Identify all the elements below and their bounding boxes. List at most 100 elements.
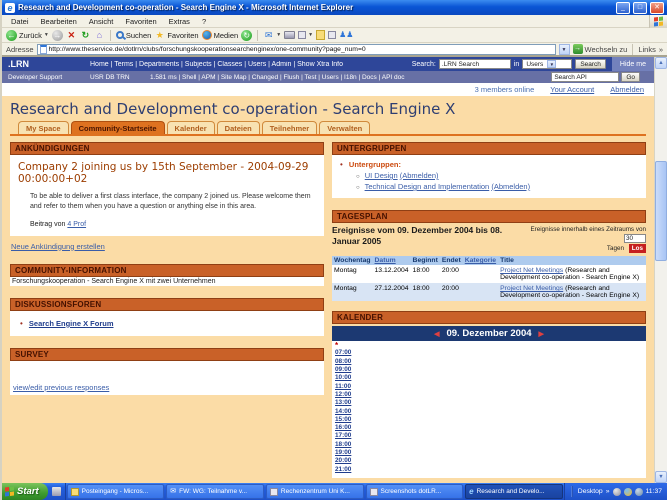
subgroup-tech-design-abmelden-link[interactable]: (Abmelden) — [491, 182, 530, 191]
close-button[interactable]: ✕ — [650, 2, 664, 14]
address-dropdown-icon[interactable]: ▼ — [559, 44, 570, 55]
dev-links[interactable]: 1.581 ms | Shell | APM | Site Map | Chan… — [150, 74, 551, 81]
system-tray: Desktop » 11:37 — [564, 483, 667, 500]
task-fw-wg-teilnahme[interactable]: ✉ FW: WG: Teilnahme v... — [166, 484, 264, 499]
calendar-time-slot[interactable]: 19:00 — [335, 449, 353, 457]
filter-days-input[interactable]: 30 — [624, 234, 646, 243]
scrollbar-thumb[interactable] — [655, 161, 667, 261]
links-chevron-icon[interactable]: » — [659, 45, 663, 54]
calendar-next-icon[interactable]: ▶ — [539, 330, 544, 338]
vertical-scrollbar[interactable]: ▲ ▼ — [654, 57, 667, 483]
quick-launch-icon[interactable] — [52, 487, 61, 496]
hide-me-link[interactable]: Hide me — [612, 57, 654, 71]
tray-icon[interactable] — [624, 488, 632, 496]
tab-community-startseite[interactable]: Community-Startseite — [71, 121, 165, 134]
edit-dropdown-icon[interactable]: ▼ — [308, 32, 313, 38]
col-kategorie-link[interactable]: Kategorie — [465, 257, 496, 264]
scrollbar-track[interactable] — [655, 69, 667, 471]
sidebar-toggle-button[interactable] — [328, 31, 336, 39]
subgroup-ui-design-abmelden-link[interactable]: (Abmelden) — [400, 171, 439, 180]
go-button[interactable]: → Wechseln zu — [573, 44, 628, 54]
filter-go-button[interactable]: Los — [629, 244, 646, 253]
menu-extras[interactable]: Extras — [163, 17, 196, 26]
calendar-time-slot[interactable]: 07:00 — [335, 349, 353, 357]
calendar-time-slot[interactable]: 09:00 — [335, 366, 353, 374]
tab-teilnehmer[interactable]: Teilnehmer — [262, 121, 317, 134]
menu-favoriten[interactable]: Favoriten — [119, 17, 162, 26]
edit-button[interactable]: ▼ — [298, 31, 313, 39]
home-button[interactable]: ⌂ — [94, 30, 105, 41]
scroll-up-icon[interactable]: ▲ — [655, 57, 667, 69]
event-link[interactable]: Project Net Meetings — [500, 285, 563, 292]
menu-hilfe[interactable]: ? — [196, 17, 212, 26]
menu-datei[interactable]: Datei — [5, 17, 35, 26]
lrn-search-button[interactable]: Search — [575, 59, 606, 69]
tray-icon[interactable] — [613, 488, 621, 496]
logout-link[interactable]: Abmelden — [610, 85, 644, 94]
calendar-time-slot[interactable]: 11:00 — [335, 383, 353, 391]
lrn-search-input[interactable]: .LRN Search — [439, 59, 511, 69]
calendar-time-slot[interactable]: 17:00 — [335, 432, 353, 440]
api-search-input[interactable]: Search API — [551, 72, 619, 82]
media-button[interactable]: Medien — [202, 30, 239, 40]
calendar-time-slot[interactable]: 08:00 — [335, 358, 353, 366]
calendar-time-slot[interactable]: 20:00 — [335, 457, 353, 465]
tab-verwalten[interactable]: Verwalten — [319, 121, 370, 134]
api-go-button[interactable]: Go — [621, 72, 640, 82]
scroll-down-icon[interactable]: ▼ — [655, 471, 667, 483]
minimize-button[interactable]: _ — [616, 2, 630, 14]
menu-bearbeiten[interactable]: Bearbeiten — [35, 17, 83, 26]
start-button[interactable]: Start — [0, 483, 48, 500]
messenger-button[interactable]: ♟♟ — [339, 30, 349, 40]
tab-my-space[interactable]: My Space — [18, 121, 69, 134]
circle-bullet-icon: ○ — [356, 185, 360, 191]
subgroup-ui-design-link[interactable]: UI Design — [365, 171, 398, 180]
author-link[interactable]: 4 Prof — [67, 221, 86, 228]
event-link[interactable]: Project Net Meetings — [500, 267, 563, 274]
address-input[interactable]: http://www.theservice.de/dotlrn/clubs/fo… — [37, 44, 556, 55]
search-button[interactable]: Suchen — [116, 31, 151, 40]
lrn-logo[interactable]: .LRN — [8, 59, 90, 69]
mail-dropdown-icon[interactable]: ▼ — [276, 32, 281, 38]
menu-ansicht[interactable]: Ansicht — [83, 17, 120, 26]
calendar-time-slot[interactable]: 18:00 — [335, 441, 353, 449]
calendar-prev-icon[interactable]: ◀ — [434, 330, 439, 338]
task-posteingang[interactable]: Posteingang - Micros... — [67, 484, 165, 499]
calendar-time-slot[interactable]: 21:00 — [335, 466, 353, 474]
history-button[interactable]: ↻ — [241, 30, 252, 41]
calendar-time-slot[interactable]: 10:00 — [335, 374, 353, 382]
forum-link[interactable]: Search Engine X Forum — [29, 319, 114, 328]
calendar-time-slot[interactable]: 14:00 — [335, 408, 353, 416]
print-button[interactable] — [284, 31, 295, 39]
mail-button[interactable]: ✉ ▼ — [263, 30, 281, 41]
forward-button[interactable]: → — [52, 30, 63, 41]
tray-icon[interactable] — [635, 488, 643, 496]
lrn-nav-links[interactable]: Home | Terms | Departments | Subjects | … — [90, 61, 412, 68]
lrn-scope-select[interactable]: Users ▼ — [522, 59, 572, 69]
tab-kalender[interactable]: Kalender — [167, 121, 215, 134]
stop-button[interactable]: ✕ — [66, 30, 77, 41]
maximize-button[interactable]: □ — [633, 2, 647, 14]
survey-responses-link[interactable]: view/edit previous responses — [13, 383, 109, 392]
back-button[interactable]: ← Zurück ▼ — [6, 30, 49, 41]
favorites-button[interactable]: ★ Favoriten — [154, 30, 198, 41]
discuss-button[interactable] — [316, 30, 325, 40]
calendar-time-slot[interactable]: 16:00 — [335, 424, 353, 432]
col-datum-link[interactable]: Datum — [375, 257, 396, 264]
refresh-button[interactable]: ↻ — [80, 30, 91, 41]
task-rechenzentrum[interactable]: Rechenzentrum Uni K... — [266, 484, 364, 499]
subgroup-tech-design-link[interactable]: Technical Design and Implementation — [365, 182, 490, 191]
links-label[interactable]: Links — [638, 45, 656, 54]
desktop-toolbar-label[interactable]: Desktop — [578, 488, 603, 495]
tab-dateien[interactable]: Dateien — [217, 121, 260, 134]
desktop-chevron-icon[interactable]: » — [606, 488, 610, 495]
create-announcement-link[interactable]: Neue Ankündigung erstellen — [11, 242, 105, 251]
task-screenshots[interactable]: Screenshots dotLR... — [366, 484, 464, 499]
calendar-time-slot[interactable]: 15:00 — [335, 416, 353, 424]
task-research-and-development[interactable]: e Research and Develo... — [465, 484, 563, 499]
your-account-link[interactable]: Your Account — [550, 85, 594, 94]
calendar-time-slot[interactable]: 13:00 — [335, 399, 353, 407]
back-dropdown-icon[interactable]: ▼ — [44, 32, 49, 38]
calendar-time-slot[interactable]: 12:00 — [335, 391, 353, 399]
tray-handle[interactable] — [571, 486, 573, 497]
